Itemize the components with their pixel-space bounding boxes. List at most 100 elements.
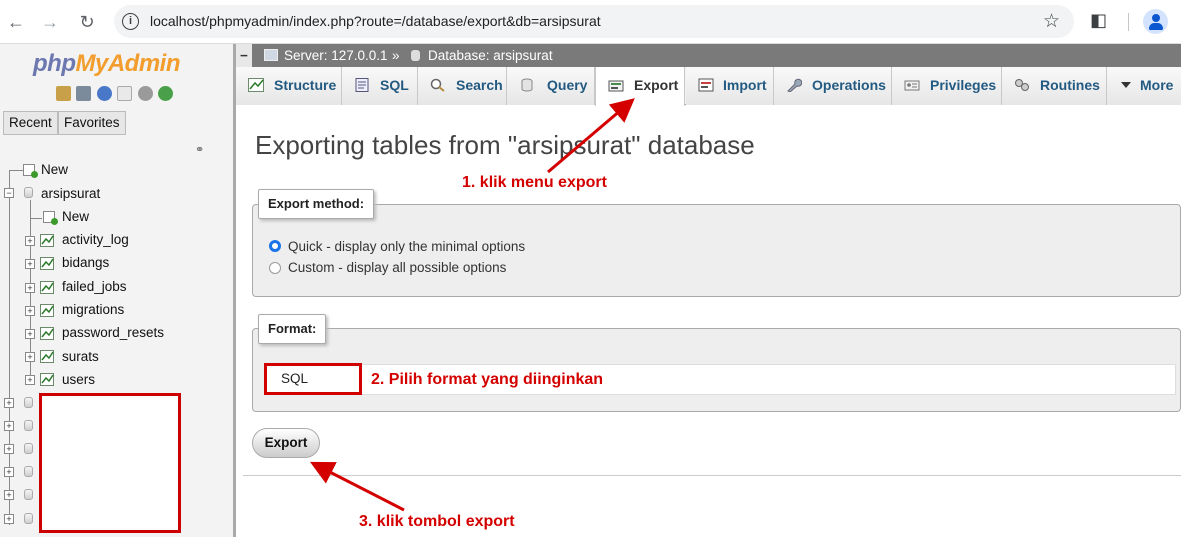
tab-import[interactable]: Import — [686, 67, 774, 105]
import-icon — [698, 78, 714, 92]
database-icon — [24, 489, 33, 500]
expand-toggle-icon[interactable]: + — [25, 375, 35, 385]
logout-icon[interactable] — [76, 86, 92, 101]
tree-new-database[interactable]: New — [41, 159, 68, 181]
export-method-legend: Export method: — [258, 189, 375, 219]
tab-privileges[interactable]: Privileges — [892, 67, 1002, 105]
tab-label: Operations — [812, 77, 886, 93]
database-icon — [24, 420, 33, 431]
browser-toolbar: ← → ↻ i localhost/phpmyadmin/index.php?r… — [0, 0, 1181, 44]
tab-query[interactable]: Query — [507, 67, 595, 105]
table-icon — [40, 234, 54, 247]
tab-operations[interactable]: Operations — [774, 67, 892, 105]
expand-toggle-icon[interactable]: + — [25, 259, 35, 269]
forward-arrow-icon[interactable]: → — [38, 10, 62, 34]
wrench-icon — [787, 78, 802, 92]
home-icon[interactable] — [56, 86, 71, 101]
tree-table-label[interactable]: failed_jobs — [62, 276, 127, 298]
arrow-to-export-button — [309, 461, 405, 512]
tab-label: Import — [723, 77, 767, 93]
server-icon — [264, 49, 278, 61]
settings-gear-icon[interactable] — [137, 86, 153, 101]
radio-button[interactable] — [269, 240, 281, 252]
expand-toggle-icon[interactable]: + — [25, 329, 35, 339]
bookmark-star-icon[interactable]: ☆ — [1043, 10, 1060, 33]
expand-toggle-icon[interactable]: + — [25, 283, 35, 293]
expand-toggle-icon[interactable]: + — [25, 306, 35, 316]
chevron-down-icon — [1121, 82, 1131, 88]
reload-icon[interactable]: ↻ — [75, 10, 99, 34]
divider — [243, 475, 1181, 476]
table-icon — [40, 304, 54, 317]
routines-icon — [1015, 79, 1029, 91]
extensions-icon[interactable]: ◧ — [1090, 10, 1107, 31]
screenshot-root: ← → ↻ i localhost/phpmyadmin/index.php?r… — [0, 0, 1181, 537]
tree-table-label[interactable]: migrations — [62, 299, 124, 321]
breadcrumb-separator: » — [392, 48, 400, 63]
database-icon — [24, 397, 33, 408]
tree-new-table[interactable]: New — [62, 206, 89, 228]
new-table-icon — [43, 211, 58, 225]
radio-label[interactable]: Custom - display all possible options — [288, 260, 506, 275]
tab-sql[interactable]: SQL — [342, 67, 418, 105]
expand-toggle-icon[interactable]: + — [25, 236, 35, 246]
table-icon — [40, 373, 54, 386]
table-icon — [40, 281, 54, 294]
expand-toggle-icon[interactable]: + — [4, 514, 14, 524]
profile-avatar-icon[interactable] — [1143, 9, 1168, 34]
expand-toggle-icon[interactable]: + — [4, 398, 14, 408]
breadcrumb-database[interactable]: Database: arsipsurat — [428, 44, 553, 67]
tab-label: Privileges — [930, 77, 997, 93]
tree-table-label[interactable]: bidangs — [62, 252, 109, 274]
expand-toggle-icon[interactable]: + — [25, 352, 35, 362]
tab-more[interactable]: More — [1107, 67, 1181, 105]
tab-label: Export — [634, 77, 679, 93]
tree-database-arsipsurat[interactable]: arsipsurat — [41, 183, 100, 205]
table-icon — [40, 327, 54, 340]
privileges-icon — [904, 80, 920, 91]
tab-label: Search — [456, 77, 503, 93]
table-icon — [40, 350, 54, 363]
breadcrumb-server[interactable]: Server: 127.0.0.1 — [284, 44, 388, 67]
reload-nav-icon[interactable] — [158, 86, 174, 101]
back-arrow-icon[interactable]: ← — [4, 10, 28, 34]
tree-table-label[interactable]: password_resets — [62, 322, 164, 344]
site-info-icon[interactable]: i — [122, 13, 139, 30]
tab-search[interactable]: Search — [418, 67, 507, 105]
collapse-panel-button[interactable]: − — [236, 44, 252, 67]
phpmyadmin-logo[interactable]: phpMyAdmin — [33, 50, 180, 78]
recent-button[interactable]: Recent — [3, 111, 58, 135]
expand-toggle-icon[interactable]: + — [4, 467, 14, 477]
expand-toggle-icon[interactable]: + — [4, 490, 14, 500]
query-icon — [521, 78, 533, 92]
tab-export[interactable]: Export — [595, 67, 685, 106]
link-chain-icon[interactable]: ⚭ — [195, 143, 204, 156]
tab-label: More — [1140, 77, 1174, 93]
sql-icon — [355, 78, 369, 92]
url-text[interactable]: localhost/phpmyadmin/index.php?route=/da… — [150, 13, 601, 29]
tree-table-label[interactable]: users — [62, 369, 95, 391]
toolbar-divider — [1128, 13, 1129, 31]
tree-table-label[interactable]: surats — [62, 346, 99, 368]
docs-icon[interactable] — [117, 86, 133, 101]
highlight-format-box — [264, 363, 362, 395]
expand-toggle-icon[interactable]: + — [4, 444, 14, 454]
help-icon[interactable] — [96, 86, 112, 101]
address-bar[interactable]: i localhost/phpmyadmin/index.php?route=/… — [114, 5, 1074, 38]
tree-table-label[interactable]: activity_log — [62, 229, 129, 251]
tab-structure[interactable]: Structure — [236, 67, 342, 105]
favorites-button[interactable]: Favorites — [58, 111, 126, 135]
export-button[interactable]: Export — [252, 428, 320, 458]
panel-resize-handle[interactable] — [233, 44, 236, 537]
database-icon — [24, 513, 33, 524]
quick-icons-row — [56, 86, 174, 102]
expand-toggle-icon[interactable]: + — [4, 421, 14, 431]
tab-label: Query — [547, 77, 588, 93]
page-title: Exporting tables from "arsipsurat" datab… — [255, 130, 755, 160]
search-icon — [430, 78, 445, 92]
radio-label[interactable]: Quick - display only the minimal options — [288, 239, 525, 254]
radio-button[interactable] — [269, 262, 281, 274]
database-icon — [24, 187, 33, 198]
tab-routines[interactable]: Routines — [1002, 67, 1107, 105]
collapse-toggle-icon[interactable]: − — [4, 188, 14, 198]
